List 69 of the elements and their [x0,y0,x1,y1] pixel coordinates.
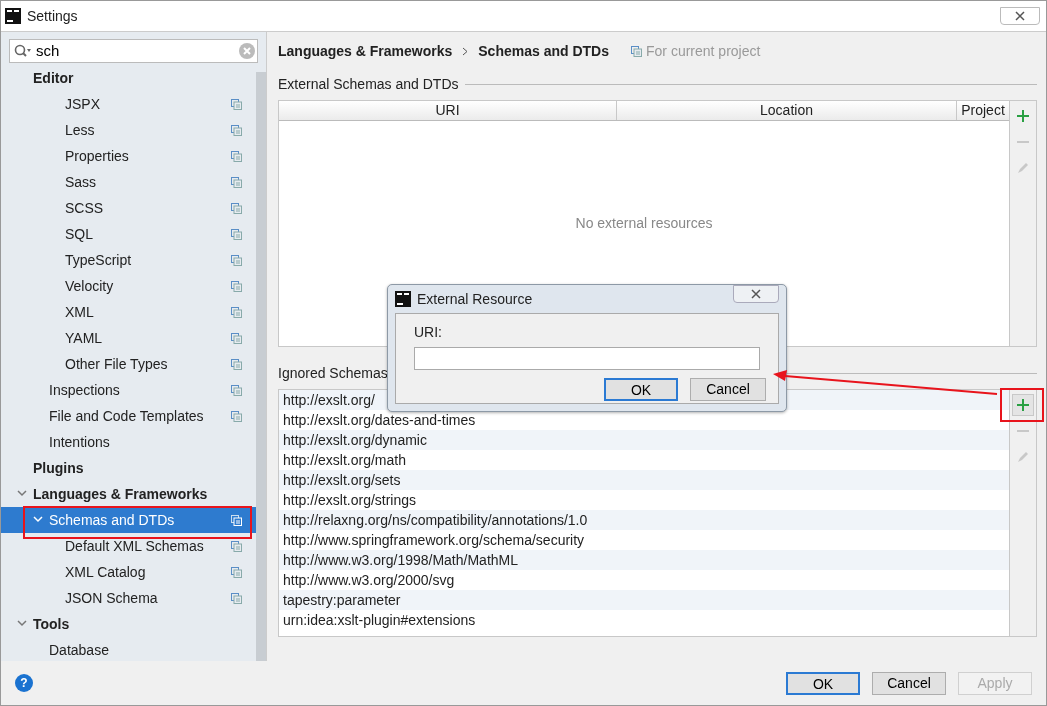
tree-item[interactable]: Other File Types [1,351,256,377]
tree-item[interactable]: Velocity [1,273,256,299]
search-field[interactable]: sch [9,39,258,63]
tree-item[interactable]: Inspections [1,377,256,403]
list-item[interactable]: http://www.w3.org/2000/svg [279,570,1009,590]
chevron-icon [462,46,469,56]
search-input[interactable]: sch [36,39,235,63]
close-icon [751,289,761,299]
tree-item[interactable]: SCSS [1,195,256,221]
dialog-button[interactable]: OK [604,378,678,401]
section-title: Ignored Schemas [278,363,388,383]
tree-item[interactable]: Plugins [1,455,256,481]
tree-item[interactable]: Default XML Schemas [1,533,256,559]
breadcrumb-item: Languages & Frameworks [278,41,453,61]
tree-item[interactable]: Sass [1,169,256,195]
app-icon [395,291,411,307]
close-icon [1015,11,1025,21]
list-item[interactable]: http://exslt.org/sets [279,470,1009,490]
list-item[interactable]: http://relaxng.org/ns/compatibility/annotations/1.0 [279,510,1009,530]
list-item[interactable]: http://www.springframework.org/schema/security [279,530,1009,550]
add-button[interactable] [1012,394,1034,416]
app-icon [5,8,21,24]
list-item[interactable]: tapestry:parameter [279,590,1009,610]
dialog-button[interactable]: Cancel [690,378,766,401]
dialog-button[interactable]: OK [786,671,860,695]
tree-item[interactable]: SQL [1,221,256,247]
project-scope-icon [631,45,642,57]
close-button[interactable] [1000,7,1040,25]
section-title: External Schemas and DTDs [278,74,459,94]
tree-item[interactable]: Intentions [1,429,256,455]
breadcrumb-item: Schemas and DTDs [478,41,609,61]
dialog-button[interactable]: Cancel [872,671,946,695]
search-icon [14,44,32,58]
window-title: Settings [27,6,78,26]
empty-message: No external resources [575,214,713,233]
tree-item[interactable]: JSON Schema [1,585,256,611]
add-icon [1016,398,1030,412]
pencil-icon [1016,161,1030,175]
tree-item[interactable]: Languages & Frameworks [1,481,256,507]
tree-item[interactable]: Schemas and DTDs [1,507,256,533]
column-header[interactable]: Project [957,101,1009,120]
clear-icon[interactable] [239,43,255,59]
list-item[interactable]: http://exslt.org/math [279,450,1009,470]
uri-field[interactable] [414,347,760,370]
tree-item[interactable]: File and Code Templates [1,403,256,429]
column-header[interactable]: URI [279,101,617,120]
list-item[interactable]: urn:idea:xslt-plugin#extensions [279,610,1009,630]
tree-item[interactable]: TypeScript [1,247,256,273]
pencil-icon [1016,450,1030,464]
field-label: URI: [414,323,443,342]
list-item[interactable]: http://exslt.org/strings [279,490,1009,510]
tree-item[interactable]: Properties [1,143,256,169]
scrollbar[interactable] [256,72,266,661]
column-header[interactable]: Location [617,101,957,120]
tree-item[interactable]: YAML [1,325,256,351]
tree-item[interactable]: Tools [1,611,256,637]
tree-item[interactable]: Database [1,637,256,661]
dialog-title: External Resource [417,289,533,309]
tree-item[interactable]: Editor [1,65,256,91]
tree-item[interactable]: XML [1,299,256,325]
tree-item[interactable]: Less [1,117,256,143]
tree-item[interactable]: XML Catalog [1,559,256,585]
scope-note: For current project [646,41,761,61]
add-icon [1016,109,1030,123]
list-item[interactable]: http://exslt.org/dynamic [279,430,1009,450]
list-item[interactable]: http://www.w3.org/1998/Math/MathML [279,550,1009,570]
help-button[interactable]: ? [15,674,33,692]
tree-item[interactable]: JSPX [1,91,256,117]
list-item[interactable]: http://exslt.org/dates-and-times [279,410,1009,430]
